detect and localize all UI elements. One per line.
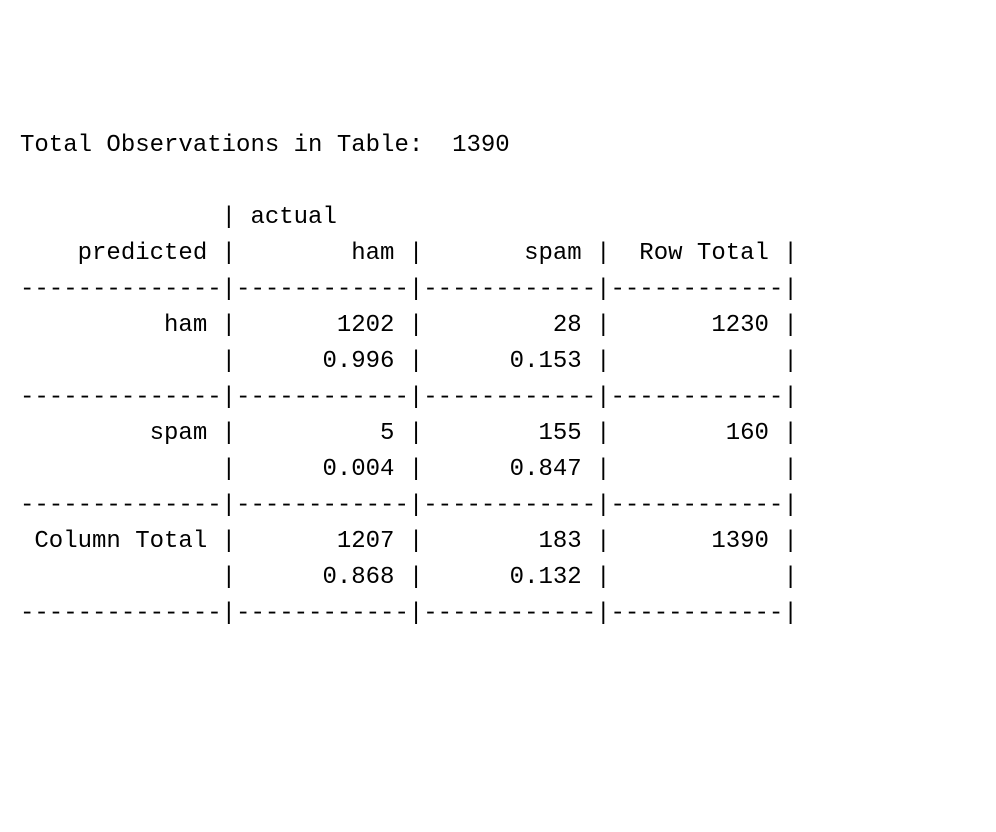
divider-line: --------------|------------|------------… [20, 492, 798, 519]
title-line: Total Observations in Table: 1390 [20, 132, 510, 159]
divider-line: --------------|------------|------------… [20, 276, 798, 303]
col-total-props: | 0.868 | 0.132 | | [20, 564, 798, 591]
row-spam-props: | 0.004 | 0.847 | | [20, 456, 798, 483]
header-group-line: | actual [20, 204, 337, 231]
row-ham-props: | 0.996 | 0.153 | | [20, 348, 798, 375]
divider-line: --------------|------------|------------… [20, 384, 798, 411]
header-line: predicted | ham | spam | Row Total | [20, 240, 798, 267]
col-total-counts: Column Total | 1207 | 183 | 1390 | [20, 528, 798, 555]
row-spam-counts: spam | 5 | 155 | 160 | [20, 420, 798, 447]
row-ham-counts: ham | 1202 | 28 | 1230 | [20, 312, 798, 339]
crosstab-output: Total Observations in Table: 1390 | actu… [20, 128, 976, 632]
divider-line: --------------|------------|------------… [20, 600, 798, 627]
